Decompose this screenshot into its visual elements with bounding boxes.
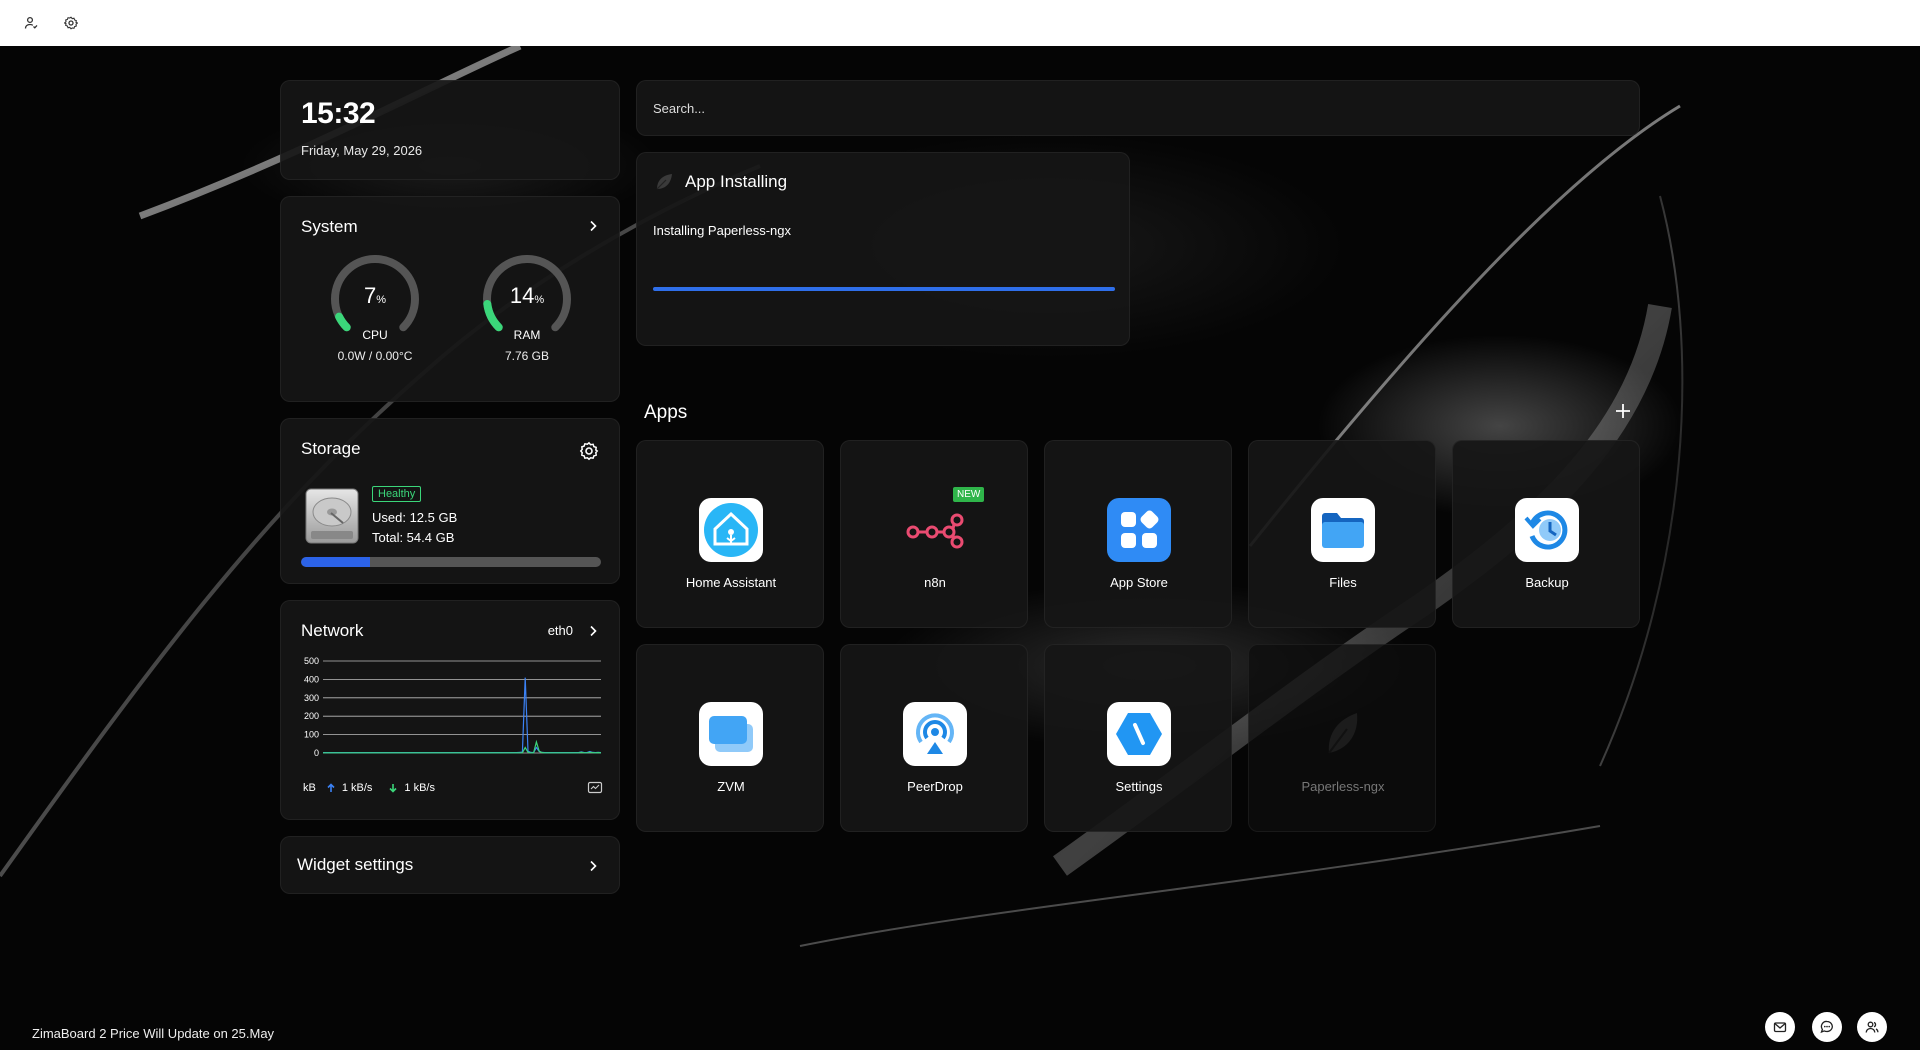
- app-label: Files: [1329, 575, 1357, 590]
- storage-title: Storage: [301, 439, 361, 458]
- y-tick-label: 200: [304, 711, 319, 721]
- ram-gauge: 14% RAM 7.76 GB: [481, 255, 573, 363]
- y-tick-label: 0: [314, 748, 319, 757]
- app-installing-widget: App Installing Installing Paperless-ngx: [636, 152, 1130, 346]
- home-assistant-icon: [699, 498, 763, 562]
- leaf-icon: [656, 174, 672, 190]
- app-tile-paperless-ngx[interactable]: Paperless-ngx: [1248, 644, 1436, 832]
- app-tile-zvm[interactable]: ZVM: [636, 644, 824, 832]
- storage-usage-fill: [301, 557, 370, 567]
- settings-app-icon: [1107, 702, 1171, 766]
- peerdrop-icon: [903, 702, 967, 766]
- chat-icon: [1820, 1020, 1833, 1034]
- apps-title: Apps: [644, 402, 688, 423]
- system-title: System: [301, 217, 358, 236]
- cpu-power-temp: 0.0W / 0.00°C: [337, 349, 413, 363]
- network-footer: kB 1 kB/s 1 kB/s: [303, 781, 603, 795]
- upload-speed: 1 kB/s: [341, 782, 373, 794]
- app-tile-app-store[interactable]: App Store: [1044, 440, 1232, 628]
- network-interface[interactable]: eth0: [548, 623, 573, 638]
- app-store-icon: [1107, 498, 1171, 562]
- paperless-icon: [1311, 702, 1375, 766]
- chat-button[interactable]: [1812, 1012, 1842, 1042]
- files-icon: [1311, 498, 1375, 562]
- network-series-line: [323, 739, 601, 754]
- network-widget: Network eth0 500 400 300 200 100 0 kB 1 kB/s …: [280, 600, 620, 820]
- app-tile-settings[interactable]: Settings: [1044, 644, 1232, 832]
- upload-arrow-icon: [327, 783, 335, 792]
- cpu-label: CPU: [362, 328, 388, 342]
- widget-settings-label: Widget settings: [297, 855, 414, 874]
- mail-icon: [1773, 1022, 1787, 1033]
- y-tick-label: 300: [304, 693, 319, 703]
- mail-button[interactable]: [1765, 1012, 1795, 1042]
- app-tile-n8n[interactable]: NEW n8n: [840, 440, 1028, 628]
- install-progress-fill: [653, 287, 1115, 291]
- app-label: n8n: [924, 575, 946, 590]
- top-bar: [0, 0, 1920, 46]
- storage-usage-bar: [301, 557, 601, 567]
- cpu-gauge: 7% CPU 0.0W / 0.00°C: [329, 255, 421, 363]
- storage-widget: Storage Healthy Used: 12.5 GB Total: 54.…: [280, 418, 620, 584]
- download-speed: 1 kB/s: [404, 782, 435, 794]
- widget-settings-button[interactable]: Widget settings: [280, 836, 620, 894]
- ram-usage: 7.76 GB: [504, 349, 550, 363]
- system-widget: System 7% CPU 0.0W / 0.00°C 14% RAM 7.76…: [280, 196, 620, 402]
- clock-time: 15:32: [301, 97, 376, 130]
- storage-settings-icon[interactable]: [579, 441, 599, 461]
- installing-message: Installing Paperless-ngx: [653, 223, 792, 238]
- app-tile-home-assistant[interactable]: Home Assistant: [636, 440, 824, 628]
- chevron-right-icon[interactable]: [587, 220, 599, 232]
- zvm-icon: [699, 702, 763, 766]
- clock-date: Friday, May 29, 2026: [301, 143, 423, 158]
- y-tick-label: 100: [304, 730, 319, 740]
- app-label: ZVM: [717, 779, 745, 794]
- ram-value: 14%: [509, 283, 545, 308]
- app-tile-peerdrop[interactable]: PeerDrop: [840, 644, 1028, 832]
- storage-used: Used: 12.5 GB: [372, 510, 458, 525]
- clock-widget: 15:32 Friday, May 29, 2026: [280, 80, 620, 180]
- n8n-icon: [903, 498, 967, 562]
- monitor-icon[interactable]: [587, 781, 603, 795]
- add-app-icon[interactable]: [1614, 402, 1632, 420]
- hard-disk-icon: [305, 488, 359, 544]
- network-chart: 500 400 300 200 100 0: [304, 657, 601, 757]
- account-icon[interactable]: [22, 14, 40, 32]
- people-icon: [1865, 1021, 1879, 1033]
- app-label: App Store: [1110, 575, 1168, 590]
- app-label: Home Assistant: [685, 575, 777, 590]
- download-arrow-icon: [389, 784, 397, 793]
- backup-icon: [1515, 498, 1579, 562]
- app-label: Backup: [1525, 575, 1569, 590]
- news-ticker[interactable]: ZimaBoard 2 Price Will Update on 25.May: [32, 1026, 274, 1041]
- cpu-value: 7%: [363, 283, 387, 308]
- app-label: Settings: [1115, 779, 1163, 794]
- network-unit: kB: [303, 782, 316, 794]
- installing-title: App Installing: [685, 172, 788, 191]
- storage-total: Total: 54.4 GB: [372, 530, 455, 545]
- search-input[interactable]: [653, 100, 1623, 116]
- y-tick-label: 500: [304, 657, 319, 666]
- chevron-right-icon[interactable]: [587, 625, 599, 637]
- app-label: PeerDrop: [907, 779, 963, 794]
- install-progress-bar: [653, 287, 1115, 291]
- search-bar: [636, 80, 1640, 136]
- community-button[interactable]: [1857, 1012, 1887, 1042]
- storage-status-badge: Healthy: [372, 486, 422, 502]
- app-tile-files[interactable]: Files: [1248, 440, 1436, 628]
- settings-icon[interactable]: [62, 14, 80, 32]
- y-tick-label: 400: [304, 674, 319, 684]
- app-label: Paperless-ngx: [1301, 779, 1385, 794]
- chevron-right-icon: [590, 860, 597, 872]
- app-tile-backup[interactable]: Backup: [1452, 440, 1640, 628]
- ram-label: RAM: [513, 328, 541, 342]
- network-series-line: [323, 677, 601, 754]
